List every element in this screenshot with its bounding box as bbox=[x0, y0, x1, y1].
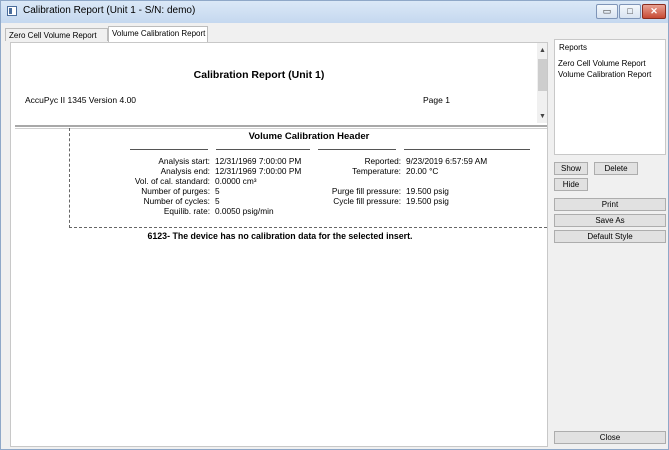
delete-button[interactable]: Delete bbox=[594, 162, 638, 175]
volume-calibration-header: Volume Calibration Header Analysis start… bbox=[69, 128, 547, 228]
save-as-button[interactable]: Save As bbox=[554, 214, 666, 227]
number-of-cycles-value: 5 bbox=[215, 196, 220, 206]
section-title: Volume Calibration Header bbox=[248, 131, 370, 142]
app-window: Calibration Report (Unit 1 - S/N: demo) … bbox=[0, 0, 669, 450]
cycle-fill-pressure-label: Cycle fill pressure: bbox=[333, 196, 401, 206]
number-of-purges-value: 5 bbox=[215, 186, 220, 196]
equilibration-rate-value: 0.0050 psig/min bbox=[215, 206, 274, 216]
analysis-end-label: Analysis end: bbox=[160, 166, 210, 176]
reports-list[interactable]: Reports Zero Cell Volume Report Volume C… bbox=[554, 39, 666, 155]
column-rule bbox=[404, 149, 530, 150]
cal-standard-volume-label: Vol. of cal. standard: bbox=[134, 176, 210, 186]
cycle-fill-pressure-value: 19.500 psig bbox=[406, 196, 449, 206]
number-of-cycles-label: Number of cycles: bbox=[143, 196, 210, 206]
close-button[interactable]: Close bbox=[554, 431, 666, 444]
reported-value: 9/23/2019 6:57:59 AM bbox=[406, 156, 488, 166]
instrument-version: AccuPyc II 1345 Version 4.00 bbox=[25, 95, 137, 105]
analysis-end-value: 12/31/1969 7:00:00 PM bbox=[215, 166, 302, 176]
column-rule bbox=[318, 149, 396, 150]
cal-standard-volume-value: 0.0000 cm³ bbox=[215, 176, 257, 186]
scroll-thumb[interactable] bbox=[538, 59, 547, 91]
equilibration-rate-label: Equilib. rate: bbox=[163, 206, 210, 216]
temperature-value: 20.00 °C bbox=[406, 166, 439, 176]
app-icon bbox=[7, 6, 17, 16]
title-bar[interactable]: Calibration Report (Unit 1 - S/N: demo) … bbox=[1, 1, 668, 23]
close-window-button[interactable]: ✕ bbox=[642, 4, 666, 19]
reported-label: Reported: bbox=[364, 156, 401, 166]
hide-button[interactable]: Hide bbox=[554, 178, 588, 191]
report-tabs: Zero Cell Volume Report Volume Calibrati… bbox=[1, 24, 556, 42]
report-header-pane: Calibration Report (Unit 1) AccuPyc II 1… bbox=[11, 43, 537, 123]
scroll-up-icon[interactable]: ▲ bbox=[537, 45, 547, 56]
error-message: 6123- The device has no calibration data… bbox=[147, 231, 413, 241]
tab-volume-calibration-report[interactable]: Volume Calibration Report bbox=[108, 26, 208, 42]
header-divider bbox=[15, 125, 547, 127]
tab-zero-cell-volume-report[interactable]: Zero Cell Volume Report bbox=[5, 28, 108, 41]
maximize-button[interactable]: □ bbox=[619, 4, 641, 19]
report-view[interactable]: Calibration Report (Unit 1) AccuPyc II 1… bbox=[10, 42, 548, 447]
reports-list-header: Reports bbox=[559, 43, 588, 52]
window-title: Calibration Report (Unit 1 - S/N: demo) bbox=[23, 5, 196, 16]
list-item[interactable]: Volume Calibration Report bbox=[558, 70, 651, 79]
default-style-button[interactable]: Default Style bbox=[554, 230, 666, 243]
column-rule bbox=[130, 149, 208, 150]
column-rule bbox=[216, 149, 310, 150]
show-button[interactable]: Show bbox=[554, 162, 588, 175]
report-title: Calibration Report (Unit 1) bbox=[193, 69, 325, 81]
analysis-start-value: 12/31/1969 7:00:00 PM bbox=[215, 156, 302, 166]
scroll-down-icon[interactable]: ▼ bbox=[537, 111, 547, 122]
minimize-button[interactable]: ▭ bbox=[596, 4, 618, 19]
number-of-purges-label: Number of purges: bbox=[141, 186, 210, 196]
purge-fill-pressure-label: Purge fill pressure: bbox=[331, 186, 401, 196]
page-number: Page 1 bbox=[423, 95, 450, 105]
analysis-start-label: Analysis start: bbox=[158, 156, 210, 166]
list-item[interactable]: Zero Cell Volume Report bbox=[558, 59, 646, 68]
temperature-label: Temperature: bbox=[352, 166, 401, 176]
header-scrollbar[interactable]: ▲ ▼ bbox=[537, 43, 547, 123]
print-button[interactable]: Print bbox=[554, 198, 666, 211]
purge-fill-pressure-value: 19.500 psig bbox=[406, 186, 449, 196]
